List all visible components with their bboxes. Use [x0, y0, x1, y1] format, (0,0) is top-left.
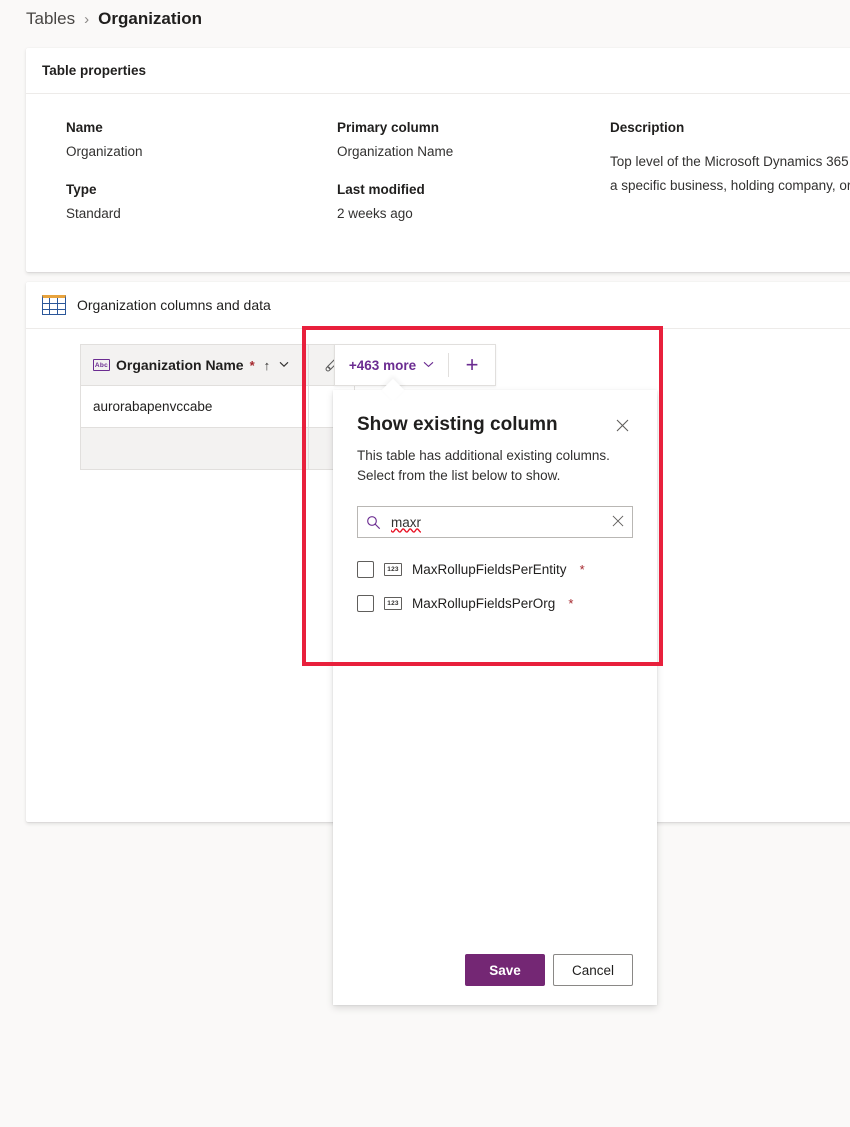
more-columns-label: +463 more	[348, 357, 417, 373]
cell-organization-name[interactable]	[81, 428, 309, 469]
type-value: Standard	[66, 206, 121, 221]
add-column-button[interactable]: +	[449, 345, 495, 385]
list-item-label: MaxRollupFieldsPerEntity	[412, 561, 567, 577]
required-marker: *	[568, 595, 574, 611]
last-modified-value: 2 weeks ago	[337, 206, 413, 221]
clear-search-icon[interactable]	[612, 514, 624, 530]
search-input[interactable]: maxr	[389, 515, 604, 530]
existing-columns-list: 123 MaxRollupFieldsPerEntity * 123 MaxRo…	[357, 552, 633, 620]
type-label: Type	[66, 182, 97, 197]
required-marker: *	[249, 357, 255, 373]
columns-and-data-title: Organization columns and data	[77, 297, 271, 313]
more-columns-bar: +463 more +	[334, 344, 496, 386]
columns-and-data-header: Organization columns and data	[26, 282, 850, 329]
callout-subtitle: This table has additional existing colum…	[357, 448, 610, 483]
breadcrumb-link-tables[interactable]: Tables	[26, 9, 75, 29]
cancel-button[interactable]: Cancel	[552, 954, 633, 986]
save-button[interactable]: Save	[464, 954, 545, 986]
properties-column-middle: Primary column Organization Name Last mo…	[337, 116, 453, 226]
breadcrumb-separator-icon: ›	[84, 10, 90, 28]
cell-organization-name[interactable]: aurorabapenvccabe	[81, 386, 309, 427]
properties-column-right: Description Top level of the Microsoft D…	[610, 116, 850, 198]
plus-icon: +	[465, 352, 479, 377]
column-header-organization-name[interactable]: Abc Organization Name * ↑	[81, 345, 309, 385]
name-label: Name	[66, 120, 103, 135]
list-item-label: MaxRollupFieldsPerOrg	[412, 595, 556, 611]
callout-body: Show existing column This table has addi…	[333, 390, 657, 935]
search-field-wrapper[interactable]: maxr	[357, 506, 633, 538]
primary-column-value: Organization Name	[337, 144, 454, 159]
breadcrumb-current-organization: Organization	[98, 9, 203, 28]
description-value-line1: Top level of the Microsoft Dynamics 365 …	[610, 154, 850, 169]
chevron-down-icon[interactable]	[279, 360, 289, 371]
sort-ascending-icon[interactable]: ↑	[264, 358, 271, 373]
table-grid-icon	[42, 295, 66, 315]
description-label: Description	[610, 120, 685, 135]
table-properties-header: Table properties	[26, 48, 850, 94]
search-icon	[366, 515, 381, 530]
table-properties-grid: Name Organization Type Standard Primary …	[26, 94, 850, 272]
last-modified-label: Last modified	[337, 182, 425, 197]
properties-column-left: Name Organization Type Standard	[66, 116, 143, 226]
required-marker: *	[579, 561, 585, 577]
show-existing-column-callout: Show existing column This table has addi…	[333, 378, 657, 1005]
number-123-icon: 123	[384, 562, 402, 576]
column-header-label: Organization Name	[116, 357, 244, 373]
checkbox-maxrollupfieldsperorg[interactable]	[357, 594, 374, 612]
number-123-icon: 123	[384, 596, 402, 610]
page-root: Tables › Organization Table properties N…	[0, 0, 850, 1127]
checkbox-maxrollupfieldsperentity[interactable]	[357, 560, 374, 578]
abc-text-icon: Abc	[93, 359, 110, 371]
callout-title: Show existing column	[357, 414, 558, 435]
chevron-down-icon	[423, 359, 434, 371]
table-properties-card: Table properties Name Organization Type …	[26, 48, 850, 272]
callout-footer: Save Cancel	[333, 935, 657, 1005]
primary-column-label: Primary column	[337, 120, 440, 135]
description-value-line2: a specific business, holding company, or…	[610, 178, 850, 193]
callout-title-row: Show existing column	[357, 412, 633, 438]
name-value: Organization	[66, 144, 143, 159]
breadcrumb: Tables › Organization	[26, 6, 202, 32]
list-item[interactable]: 123 MaxRollupFieldsPerEntity *	[357, 552, 633, 586]
list-item[interactable]: 123 MaxRollupFieldsPerOrg *	[357, 586, 633, 620]
close-icon[interactable]	[611, 414, 633, 436]
